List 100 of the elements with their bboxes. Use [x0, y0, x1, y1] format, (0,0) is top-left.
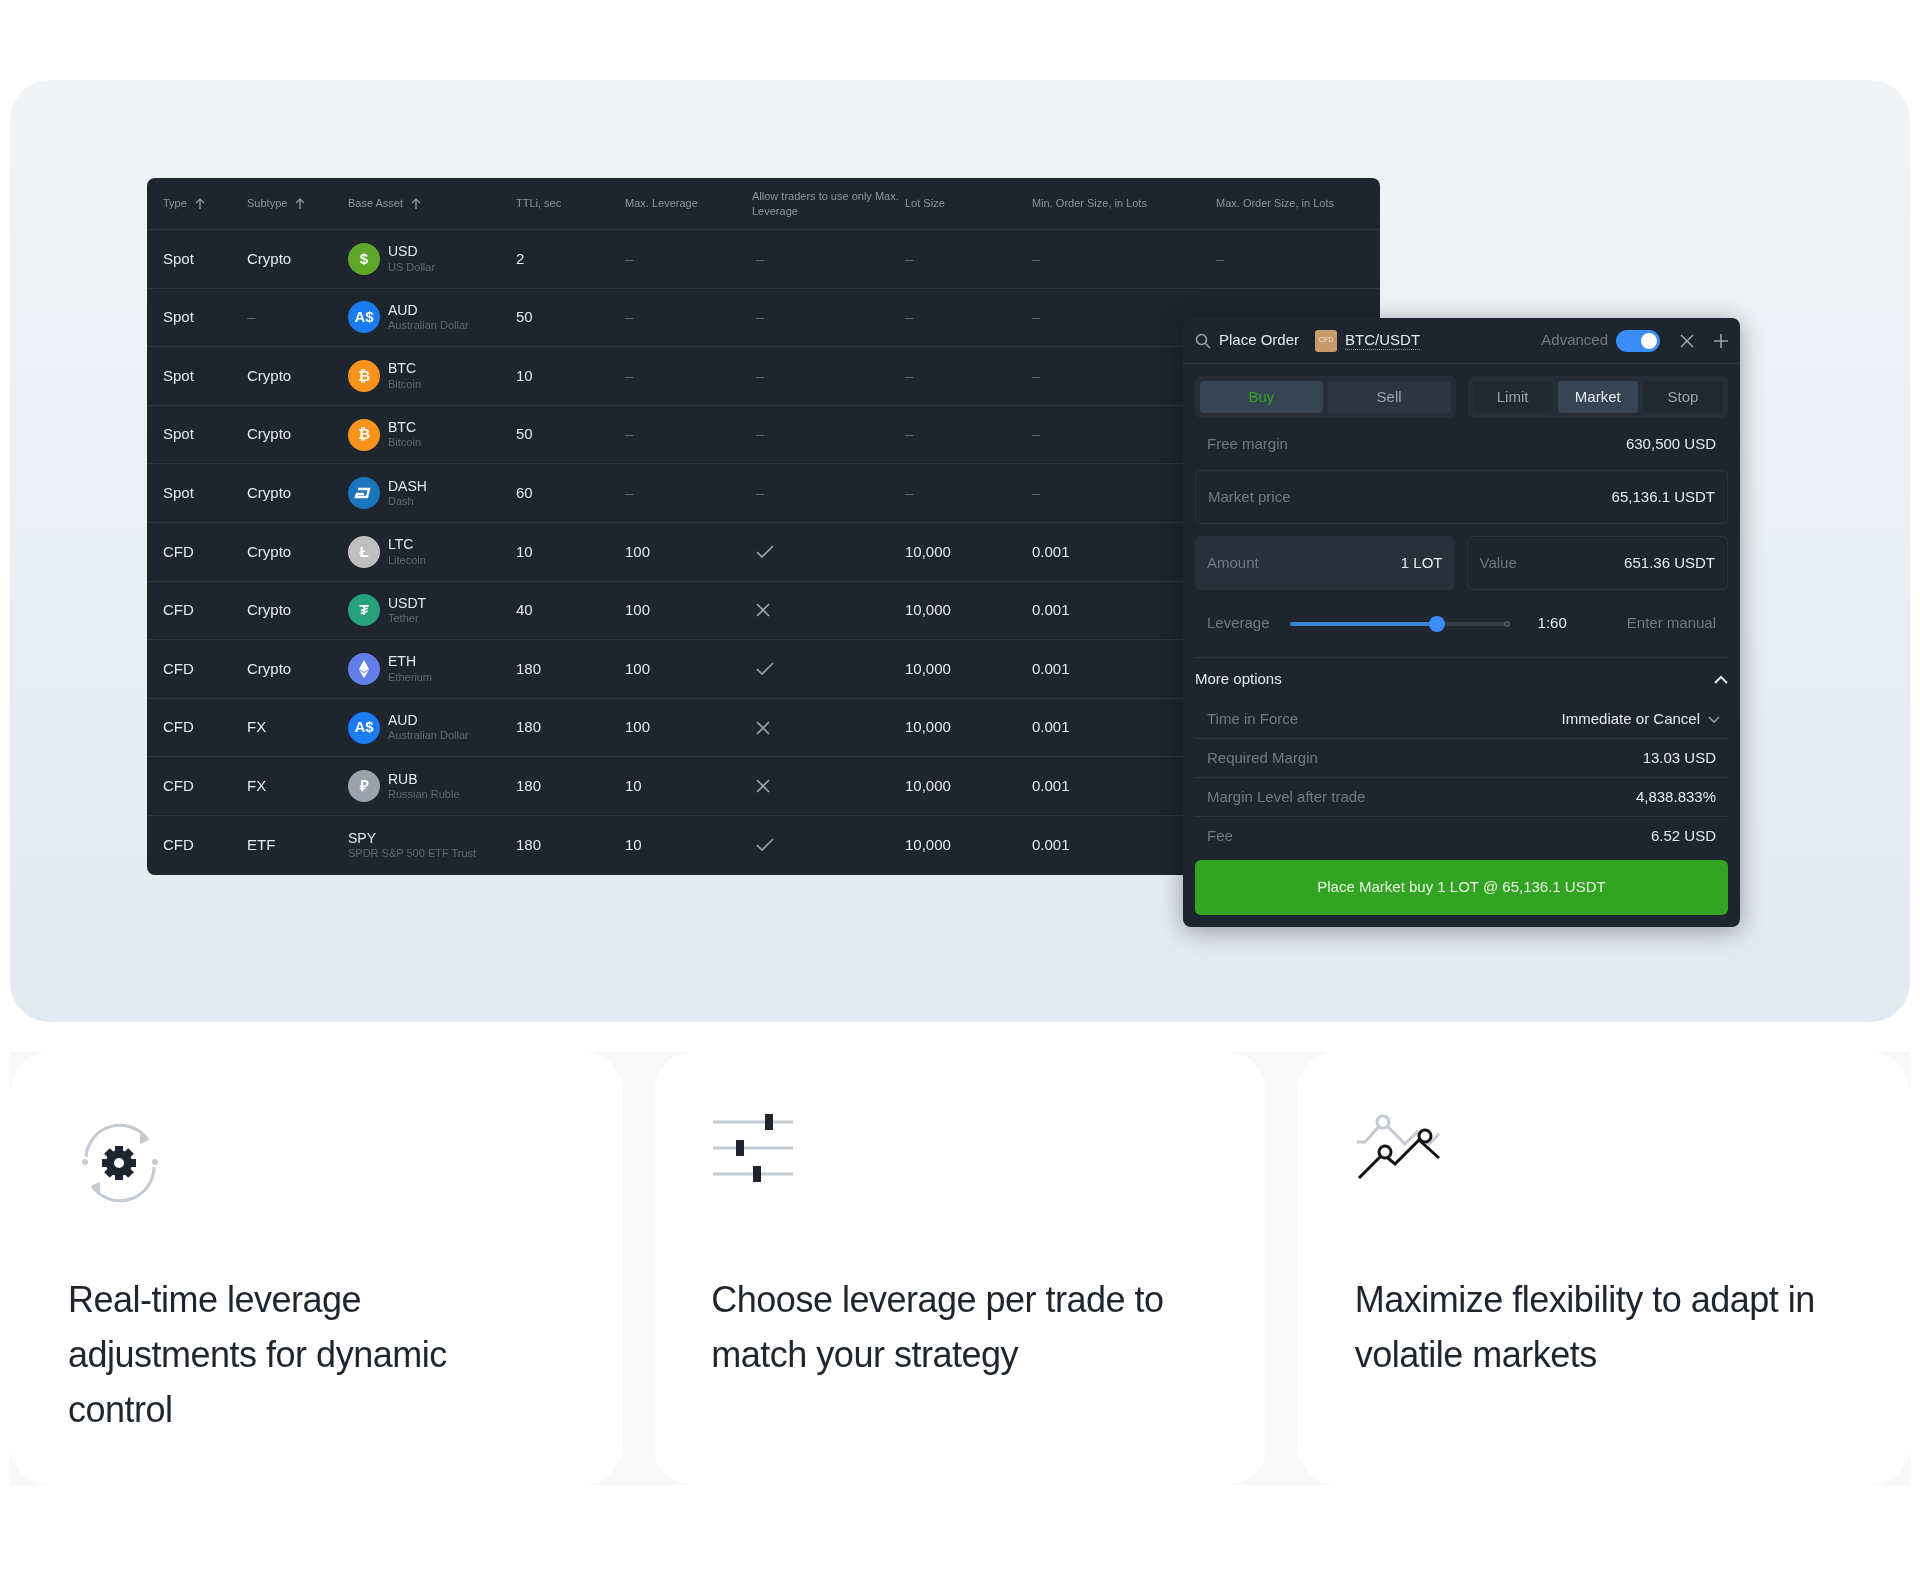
- search-icon[interactable]: [1195, 332, 1211, 349]
- table-cell: Crypto: [247, 483, 292, 501]
- field-label: Market price: [1208, 486, 1291, 507]
- amount-field[interactable]: Amount 1 LOT: [1195, 536, 1455, 590]
- option-value: 13.03 USD: [1642, 747, 1716, 768]
- option-label: Time in Force: [1207, 708, 1299, 729]
- place-order-button[interactable]: Place Market buy 1 LOT @ 65,136.1 USDT: [1195, 860, 1728, 915]
- table-cell: 10: [516, 366, 533, 384]
- table-cell: Spot: [163, 308, 194, 326]
- table-cell: –: [625, 249, 634, 267]
- table-cell: Spot: [163, 249, 194, 267]
- table-cell: 0.001: [1032, 659, 1070, 677]
- asset-code: AUD: [388, 301, 419, 320]
- side-tab[interactable]: Sell: [1327, 381, 1451, 413]
- table-cell: –: [1032, 366, 1041, 384]
- column-header: TTLi, sec: [516, 196, 562, 211]
- table-cell: FX: [247, 776, 267, 794]
- leverage-slider[interactable]: [1289, 614, 1510, 633]
- feature-title: Choose leverage per trade to match your strategy: [711, 1278, 1165, 1377]
- table-cell: Spot: [163, 425, 194, 443]
- table-cell: 180: [516, 776, 542, 794]
- section-title: More options: [1195, 668, 1282, 689]
- asset-name: Russian Ruble: [388, 788, 460, 802]
- table-cell: 60: [516, 483, 533, 501]
- table-cell: Crypto: [247, 249, 292, 267]
- table-cell: Crypto: [247, 601, 292, 619]
- order-type-tab[interactable]: Limit: [1472, 381, 1553, 413]
- asset-code: SPY: [348, 829, 377, 848]
- asset-code: DASH: [388, 477, 427, 496]
- table-cell: 10: [625, 776, 642, 794]
- table-cell: 10: [625, 836, 642, 853]
- table-cell: CFD: [163, 659, 194, 677]
- table-cell: –: [625, 366, 634, 384]
- table-cell: 100: [625, 601, 651, 619]
- table-cell: CFD: [163, 542, 194, 560]
- table-cell: 180: [516, 659, 542, 677]
- table-cell: CFD: [163, 601, 194, 619]
- column-header: Max. Leverage: [625, 196, 698, 211]
- table-cell: 10,000: [905, 601, 951, 619]
- table-cell: 0.001: [1032, 836, 1070, 853]
- column-header[interactable]: Base Asset: [348, 196, 404, 211]
- table-cell: –: [247, 308, 256, 326]
- asset-name: Bitcoin: [388, 377, 422, 392]
- table-cell: –: [905, 425, 914, 443]
- table-cell: 50: [516, 425, 533, 443]
- table-cell: –: [905, 366, 914, 384]
- asset-name: Australian Dollar: [388, 319, 469, 333]
- order-type-tab[interactable]: Stop: [1642, 381, 1723, 413]
- asset-code: BTC: [388, 360, 417, 378]
- column-header: Lot Size: [905, 196, 945, 211]
- sort-arrow-icon[interactable]: [411, 197, 422, 210]
- table-cell: –: [905, 483, 914, 501]
- currency-icon: Ł: [348, 535, 380, 568]
- chevron-icon[interactable]: [1714, 674, 1728, 684]
- table-cell: –: [756, 483, 765, 501]
- field-value: 630,500 USD: [1625, 433, 1716, 454]
- table-cell: 10,000: [905, 776, 951, 794]
- field-label: Leverage: [1207, 613, 1270, 634]
- currency-icon: ₮: [348, 594, 380, 627]
- asset-name: Etherium: [388, 670, 433, 685]
- table-cell: 100: [625, 659, 651, 677]
- asset-code: USD: [388, 243, 419, 261]
- sort-arrow-icon[interactable]: [295, 197, 306, 210]
- asset-code: RUB: [388, 770, 419, 788]
- option-label: Fee: [1207, 826, 1233, 847]
- table-cell: 0.001: [1032, 601, 1070, 619]
- close-icon[interactable]: [1680, 333, 1694, 348]
- table-cell: 10,000: [905, 718, 951, 736]
- table-cell: –: [1032, 308, 1041, 326]
- table-cell: Crypto: [247, 425, 292, 443]
- advanced-toggle[interactable]: [1616, 329, 1660, 352]
- enter-manual-link[interactable]: Enter manual: [1626, 612, 1716, 635]
- option-value: 6.52 USD: [1650, 826, 1716, 847]
- table-cell: Crypto: [247, 659, 292, 677]
- asset-name: Tether: [388, 612, 420, 626]
- table-cell: 10: [516, 542, 533, 560]
- currency-icon: ₿: [348, 418, 380, 451]
- value-field[interactable]: Value 651.36 USDT: [1466, 536, 1728, 590]
- table-cell: –: [1032, 249, 1041, 267]
- asset-name: Australian Dollar: [388, 729, 469, 744]
- table-cell: 180: [516, 718, 542, 736]
- order-type-tab[interactable]: Market: [1557, 381, 1638, 413]
- table-cell: 10,000: [905, 659, 951, 677]
- currency-icon: A$: [348, 711, 380, 744]
- sort-arrow-icon[interactable]: [194, 197, 205, 210]
- instrument-link[interactable]: BTC/USDT: [1345, 331, 1421, 350]
- side-tab[interactable]: Buy: [1200, 381, 1323, 413]
- field-label: Free margin: [1207, 433, 1288, 454]
- time-in-force-select[interactable]: Immediate or Cancel: [1561, 707, 1720, 731]
- asset-name: Dash: [388, 495, 415, 509]
- table-cell: ETF: [247, 836, 276, 853]
- table-cell: CFD: [163, 836, 194, 853]
- feature-title: Maximize flexibility to adapt in volatile markets: [1354, 1278, 1816, 1377]
- table-cell: Crypto: [247, 542, 292, 560]
- column-header[interactable]: Subtype: [247, 196, 288, 211]
- plus-icon[interactable]: [1714, 333, 1728, 348]
- table-cell: –: [625, 425, 634, 443]
- column-header[interactable]: Type: [163, 196, 187, 211]
- option-label: Required Margin: [1207, 747, 1318, 768]
- leverage-reading: 1:60: [1537, 613, 1567, 634]
